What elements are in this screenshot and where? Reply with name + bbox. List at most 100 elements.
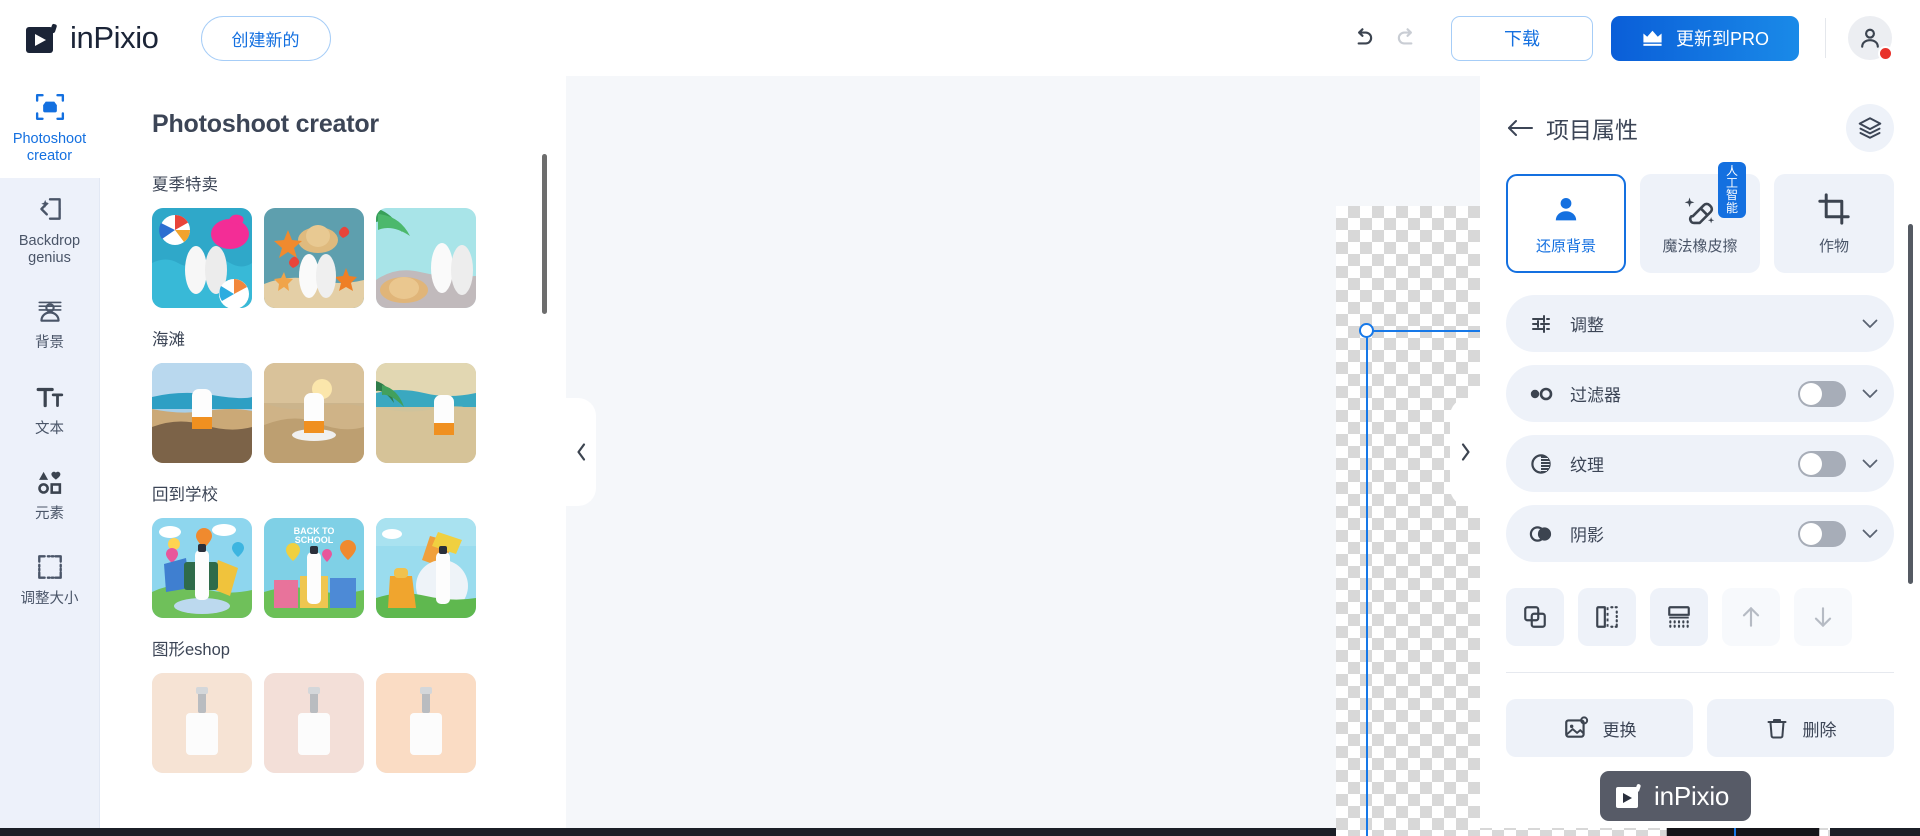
filters-toggle[interactable] (1798, 380, 1846, 407)
shadow-toggle[interactable] (1798, 520, 1846, 547)
back-button[interactable] (1506, 117, 1546, 139)
upgrade-to-pro-button[interactable]: 更新到PRO (1610, 15, 1799, 61)
sidebar-item-resize[interactable]: 调整大小 (0, 536, 100, 621)
replace-image-icon (1564, 716, 1588, 738)
flip-horizontal-icon (1596, 606, 1618, 628)
property-accordion-list: 调整 过滤器 纹理 阴影 (1506, 295, 1894, 562)
template-thumbnail[interactable] (152, 518, 252, 618)
top-toolbar: inPixio 创建新的 下载 更新到PRO (0, 0, 1920, 76)
layers-button[interactable] (1846, 104, 1894, 152)
accordion-label: 调整 (1570, 316, 1604, 335)
crop-icon (1818, 192, 1850, 225)
template-thumbnail[interactable] (264, 673, 364, 773)
sliders-icon (1528, 312, 1554, 336)
sidebar-item-label: 元素 (35, 505, 64, 522)
template-row (152, 363, 566, 463)
template-thumbnail[interactable] (152, 208, 252, 308)
move-down-icon (1814, 607, 1832, 627)
tool-buttons-row: 还原背景 人工智能 魔法橡皮擦 作物 (1506, 162, 1894, 295)
watermark-badge: inPixio (1600, 771, 1752, 821)
template-thumbnail[interactable] (152, 363, 252, 463)
sidebar-item-label: 文本 (35, 420, 64, 437)
template-scroll-region[interactable]: 夏季特卖 海滩 回到学校 BACK TO SCHOOL 图形eshop (100, 159, 566, 828)
sidebar-item-label: Photoshoot creator (12, 131, 87, 165)
resize-handle-top-left[interactable] (1359, 323, 1374, 338)
tool-magic-eraser[interactable]: 人工智能 魔法橡皮擦 (1640, 162, 1760, 273)
properties-panel-scrollbar[interactable] (1908, 224, 1913, 584)
collapse-left-panel-button[interactable] (566, 398, 596, 506)
duplicate-button[interactable] (1506, 588, 1564, 646)
template-thumbnail[interactable] (376, 363, 476, 463)
template-thumbnail[interactable] (376, 208, 476, 308)
account-avatar-button[interactable] (1848, 16, 1893, 61)
panel-bottom-actions: 更换 删除 (1506, 673, 1894, 757)
delete-button[interactable]: 删除 (1707, 699, 1894, 757)
texture-toggle[interactable] (1798, 450, 1846, 477)
template-row: BACK TO SCHOOL (152, 518, 566, 618)
template-group: 海滩 (152, 314, 566, 463)
template-thumbnail[interactable]: BACK TO SCHOOL (264, 518, 364, 618)
move-up-button[interactable] (1722, 588, 1780, 646)
template-group-title: 回到学校 (152, 486, 218, 504)
chevron-down-icon (1862, 459, 1878, 469)
object-actions-row (1506, 562, 1894, 646)
accordion-label: 纹理 (1570, 456, 1604, 475)
template-panel-scrollbar[interactable] (542, 154, 547, 314)
shadow-icon (1528, 523, 1554, 545)
template-row (152, 673, 566, 773)
move-down-button[interactable] (1794, 588, 1852, 646)
brand-logo[interactable]: inPixio (26, 20, 159, 56)
chevron-left-icon (576, 443, 585, 461)
sidebar-item-background[interactable]: 背景 (0, 280, 100, 365)
sidebar-item-elements[interactable]: 元素 (0, 451, 100, 536)
download-button[interactable]: 下载 (1450, 15, 1593, 61)
redo-button[interactable] (1385, 16, 1429, 60)
photoshoot-creator-icon (35, 90, 65, 124)
create-new-button[interactable]: 创建新的 (200, 15, 331, 61)
notification-dot (1878, 46, 1893, 61)
chevron-down-icon (1862, 529, 1878, 539)
template-group: 回到学校 BACK TO SCHOOL (152, 469, 566, 618)
tool-restore-background[interactable]: 还原背景 (1506, 174, 1626, 273)
filters-circles-icon (1528, 384, 1554, 404)
sidebar-item-text[interactable]: 文本 (0, 366, 100, 451)
accordion-label: 阴影 (1570, 526, 1604, 545)
accordion-shadow[interactable]: 阴影 (1506, 505, 1894, 562)
accordion-adjust[interactable]: 调整 (1506, 295, 1894, 352)
panel-title: 项目属性 (1546, 117, 1638, 143)
template-group: 夏季特卖 (152, 159, 566, 308)
text-icon (35, 380, 65, 414)
sidebar-item-backdrop-genius[interactable]: Backdrop genius (0, 178, 100, 280)
replace-button[interactable]: 更换 (1506, 699, 1693, 757)
accordion-filters[interactable]: 过滤器 (1506, 365, 1894, 422)
canvas-area[interactable]: inPixio (566, 76, 1839, 836)
template-thumbnail[interactable] (376, 673, 476, 773)
collapse-right-panel-button[interactable] (1450, 398, 1480, 506)
chevron-down-icon (1862, 319, 1878, 329)
flip-vertical-button[interactable] (1650, 588, 1708, 646)
crown-icon (1643, 30, 1662, 46)
photoshoot-template-panel: Photoshoot creator 夏季特卖 海滩 回到学校 BACK TO … (100, 76, 566, 828)
main-body: Photoshoot creator Backdrop genius 背景 文本… (0, 76, 1920, 836)
left-rail: Photoshoot creator Backdrop genius 背景 文本… (0, 76, 100, 828)
accordion-texture[interactable]: 纹理 (1506, 435, 1894, 492)
undo-button[interactable] (1341, 16, 1385, 60)
backdrop-genius-icon (35, 192, 65, 226)
page-title: Photoshoot creator (152, 110, 379, 138)
template-thumbnail[interactable] (264, 363, 364, 463)
texture-icon (1528, 452, 1554, 476)
resize-icon (35, 550, 65, 584)
template-thumbnail[interactable] (152, 673, 252, 773)
sidebar-item-photoshoot-creator[interactable]: Photoshoot creator (0, 76, 100, 179)
template-group: 图形eshop (152, 624, 566, 773)
app-root: inPixio 创建新的 下载 更新到PRO Photoshoot creato… (0, 0, 1920, 836)
delete-label: 删除 (1802, 720, 1837, 740)
template-thumbnail[interactable] (264, 208, 364, 308)
template-thumbnail[interactable] (376, 518, 476, 618)
upgrade-label: 更新到PRO (1675, 29, 1769, 49)
duplicate-icon (1524, 606, 1546, 628)
brand-name: inPixio (70, 20, 159, 55)
arrow-left-icon (1508, 120, 1533, 136)
flip-horizontal-button[interactable] (1578, 588, 1636, 646)
tool-crop[interactable]: 作物 (1774, 174, 1894, 273)
